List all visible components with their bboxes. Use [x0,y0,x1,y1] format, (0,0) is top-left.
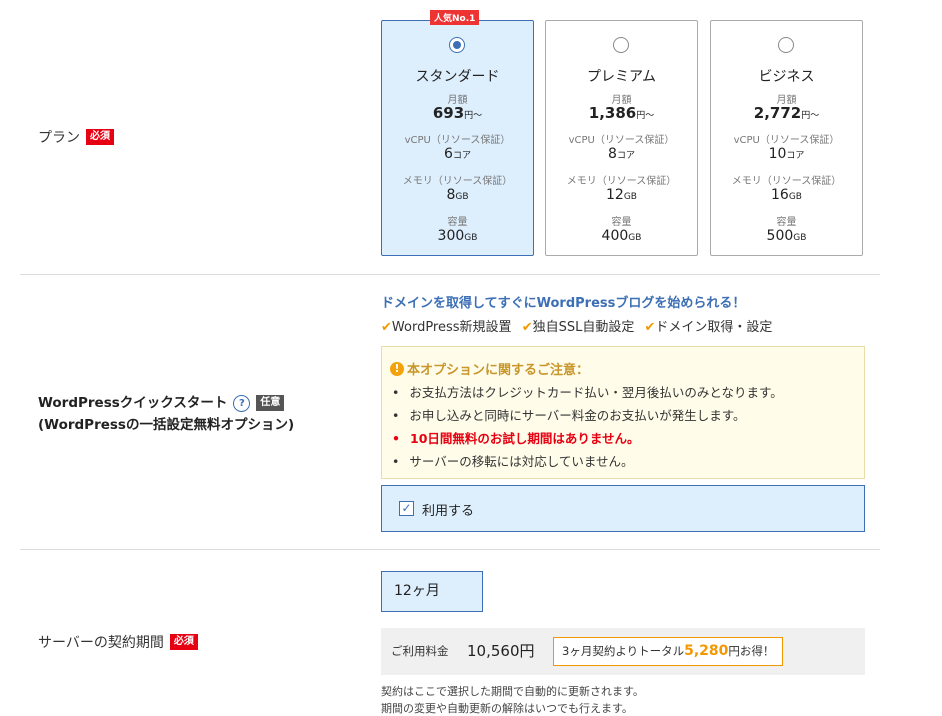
renewal-note-2: 期間の変更や自動更新の解除はいつでも行えます。 [381,702,633,715]
feature-item: WordPress新規設置 [391,320,512,335]
vcpu-label: vCPU（リソース保証） [404,135,511,146]
vcpu-value: 8コア [608,146,635,162]
plan-row-label: プラン 必須 [38,127,114,147]
plan-card-premium[interactable]: プレミアム 月額 1,386円〜 vCPU（リソース保証） 8コア メモリ（リソ… [545,20,698,256]
plan-card-business[interactable]: ビジネス 月額 2,772円〜 vCPU（リソース保証） 10コア メモリ（リソ… [710,20,863,256]
memory-label: メモリ（リソース保証） [731,176,842,187]
vcpu-label: vCPU（リソース保証） [733,135,840,146]
wp-label-line1: WordPressクイックスタート [38,395,228,411]
plan-name: ビジネス [758,69,815,85]
renewal-note-1: 契約はここで選択した期間で自動的に更新されます。 [381,685,644,698]
savings-badge: 3ヶ月契約よりトータル5,280円お得！ [553,637,784,666]
plan-radio[interactable] [449,37,465,53]
required-badge: 必須 [86,129,114,145]
notice-item: お支払方法はクレジットカード払い・翌月後払いのみとなります。 [392,381,782,404]
optional-badge: 任意 [256,395,285,411]
memory-label: メモリ（リソース保証） [402,176,513,187]
notice-item: お申し込みと同時にサーバー料金のお支払いが発生します。 [392,404,783,427]
storage-value: 500GB [766,228,807,244]
use-label[interactable]: 利用する [422,500,474,519]
vcpu-label: vCPU（リソース保証） [568,135,675,146]
memory-value: 8GB [446,187,469,203]
warning-icon: ! [390,361,404,376]
feature-item: 独自SSL自動設定 [532,320,635,335]
row-divider [20,274,880,275]
vcpu-value: 10コア [768,146,805,162]
wp-row-label: WordPressクイックスタート ? 任意 (WordPressの一括設定無料… [38,392,294,436]
notice-box: ! 本オプションに関するご注意： お支払方法はクレジットカード払い・翌月後払いの… [381,346,865,479]
plan-price: 2,772円〜 [753,104,820,122]
notice-item: サーバーの移転には対応していません。 [392,450,783,473]
plan-radio[interactable] [778,37,794,53]
plan-name: プレミアム [586,69,657,85]
feature-list: ✔WordPress新規設置 ✔独自SSL自動設定 ✔ドメイン取得・設定 [381,316,772,335]
plan-card-standard[interactable]: 人気No.1 スタンダード 月額 693円〜 vCPU（リソース保証） 6コア … [381,10,534,256]
required-badge: 必須 [169,634,198,650]
memory-value: 16GB [771,187,802,203]
storage-value: 300GB [437,228,478,244]
memory-value: 12GB [606,187,637,203]
wp-label-line2: (WordPressの一括設定無料オプション) [38,417,295,433]
use-option-box[interactable]: ✓ 利用する [381,485,865,532]
promo-heading: ドメインを取得してすぐにWordPressブログを始められる！ [381,296,746,311]
plan-price: 693円〜 [432,104,483,122]
period-row-label: サーバーの契約期間 必須 [38,632,198,652]
check-icon: ✔ [381,320,392,335]
memory-label: メモリ（リソース保証） [566,176,677,187]
help-icon[interactable]: ? [233,394,251,412]
plan-radio[interactable] [613,37,629,53]
notice-title: ! 本オプションに関するご注意： [390,359,589,378]
notice-item: 10日間無料のお試し期間はありません。 [392,427,783,450]
check-icon: ✔ [521,320,533,335]
vcpu-value: 6コア [444,146,471,162]
storage-label: 容量 [447,217,468,228]
row-divider [20,549,880,550]
storage-label: 容量 [776,217,797,228]
plan-name: スタンダード [415,69,500,85]
notice-list: お支払方法はクレジットカード払い・翌月後払いのみとなります。 お申し込みと同時に… [392,381,783,473]
fee-label: ご利用料金 [391,644,449,658]
feature-item: ドメイン取得・設定 [655,320,773,335]
period-select[interactable]: 12ヶ月 [381,571,483,612]
storage-label: 容量 [611,217,632,228]
popular-ribbon: 人気No.1 [430,10,480,25]
use-checkbox[interactable]: ✓ [399,501,414,516]
storage-value: 400GB [601,228,642,244]
check-icon: ✔ [644,320,656,335]
plan-price: 1,386円〜 [588,104,655,122]
period-label: サーバーの契約期間 [38,635,164,651]
plan-label: プラン [38,130,80,146]
fee-amount: 10,560円 [467,642,535,660]
fee-bar: ご利用料金 10,560円 3ヶ月契約よりトータル5,280円お得！ [381,628,865,675]
